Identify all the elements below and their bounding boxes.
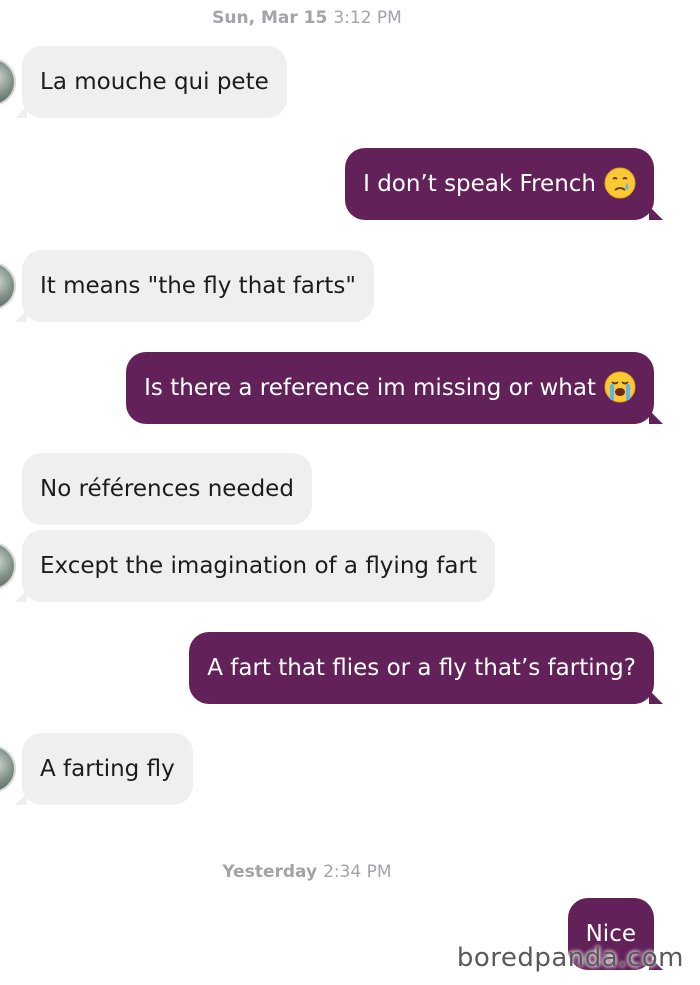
message-text: Except the imagination of a flying fart	[40, 553, 477, 579]
timestamp-time: 3:12 PM	[333, 8, 402, 28]
message-text: It means "the fly that farts"	[40, 273, 356, 299]
timestamp-header: Sun, Mar 15 3:12 PM	[0, 8, 614, 28]
outgoing-message[interactable]: A fart that flies or a fly that’s fartin…	[189, 632, 663, 704]
timestamp-day: Sun, Mar 15	[212, 8, 328, 28]
timestamp-time: 2:34 PM	[323, 862, 392, 882]
incoming-message[interactable]: It means "the fly that farts"	[15, 250, 374, 322]
outgoing-message[interactable]: I don’t speak French	[345, 148, 663, 220]
crying-face-icon	[604, 167, 636, 198]
outgoing-message[interactable]: Is there a reference im missing or what	[126, 352, 663, 424]
message-text: Is there a reference im missing or what	[144, 375, 596, 401]
avatar[interactable]	[0, 542, 16, 590]
message-text: A fart that flies or a fly that’s fartin…	[207, 655, 636, 681]
message-text: I don’t speak French	[363, 171, 596, 197]
message-text: La mouche qui pete	[40, 69, 269, 95]
incoming-message[interactable]: La mouche qui pete	[15, 46, 287, 118]
message-text: A farting fly	[40, 756, 175, 782]
incoming-message[interactable]: No références needed	[22, 453, 312, 525]
watermark: boredpanda.com	[456, 943, 684, 973]
loudly-crying-face-icon	[604, 371, 636, 402]
avatar[interactable]	[0, 745, 16, 793]
avatar[interactable]	[0, 262, 16, 310]
timestamp-day: Yesterday	[222, 862, 318, 882]
incoming-message[interactable]: Except the imagination of a flying fart	[15, 530, 495, 602]
avatar[interactable]	[0, 58, 16, 106]
message-text: No références needed	[40, 476, 294, 502]
timestamp-header: Yesterday 2:34 PM	[0, 862, 614, 882]
incoming-message[interactable]: A farting fly	[15, 733, 193, 805]
